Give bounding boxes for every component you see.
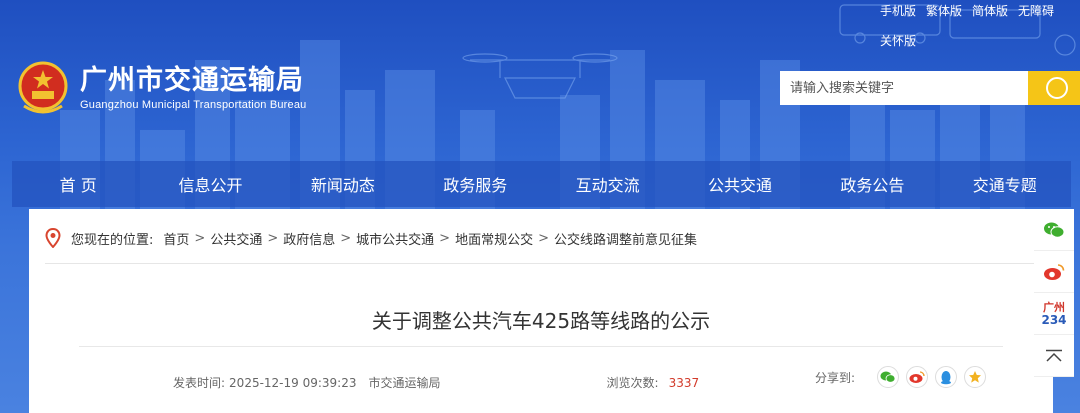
share-bar: 分享到: (815, 366, 993, 388)
breadcrumb-public-transport[interactable]: 公共交通 (210, 229, 262, 248)
location-pin-icon (45, 228, 61, 248)
article-title: 关于调整公共汽车425路等线路的公示 (371, 309, 711, 333)
share-qq-button[interactable] (935, 366, 958, 388)
title-divider (79, 346, 1003, 347)
breadcrumb-home[interactable]: 首页 (163, 229, 189, 248)
gz-app-label-top: 广州 (1043, 300, 1065, 314)
nav-special-topics[interactable]: 交通专题 (939, 172, 1071, 196)
site-logo[interactable]: 广州市交通运输局 Guangzhou Municipal Transportat… (16, 60, 307, 116)
nav-interaction[interactable]: 互动交流 (542, 172, 674, 196)
article-meta: 发表时间: 2025-12-19 09:39:23 市交通运输局 浏览次数: 3… (173, 374, 699, 391)
weibo-icon (1044, 263, 1065, 280)
top-links: 手机版 繁体版 简体版 无障碍 关怀版 (880, 2, 1054, 49)
search-bar (780, 71, 1080, 105)
main-nav: 首 页 信息公开 新闻动态 政务服务 互动交流 公共交通 政务公告 交通专题 (12, 161, 1071, 207)
breadcrumb-government-info[interactable]: 政府信息 (283, 229, 335, 248)
qq-icon (941, 370, 952, 384)
elder-care-version-link[interactable]: 关怀版 (880, 32, 916, 49)
chevron-up-icon (1046, 349, 1062, 362)
share-wechat-button[interactable] (877, 366, 900, 388)
search-input[interactable] (780, 71, 1028, 105)
sidebar-weibo-button[interactable] (1034, 251, 1074, 293)
sidebar-guangzhou-234-button[interactable]: 广州 234 (1034, 293, 1074, 335)
article-source: 市交通运输局 (368, 376, 441, 390)
site-title: 广州市交通运输局 (80, 64, 304, 96)
nav-news[interactable]: 新闻动态 (277, 172, 409, 196)
breadcrumb: 您现在的位置: 首页 > 公共交通 > 政府信息 > 城市公共交通 > 地面常规… (45, 213, 1035, 264)
mobile-version-link[interactable]: 手机版 (880, 2, 916, 19)
gz-app-label-bottom: 234 (1041, 312, 1067, 327)
breadcrumb-separator: > (267, 230, 279, 246)
nav-home[interactable]: 首 页 (12, 172, 144, 196)
share-weibo-button[interactable] (906, 366, 929, 388)
breadcrumb-ground-bus[interactable]: 地面常规公交 (455, 229, 533, 248)
views-label: 浏览次数: (606, 376, 659, 390)
publish-time-label: 发表时间: (173, 376, 226, 390)
search-icon (1045, 77, 1068, 99)
nav-public-transport[interactable]: 公共交通 (674, 172, 806, 196)
breadcrumb-route-consultation[interactable]: 公交线路调整前意见征集 (554, 229, 697, 248)
breadcrumb-separator: > (194, 230, 206, 246)
star-icon (969, 371, 982, 383)
back-to-top-button[interactable] (1034, 335, 1074, 377)
accessibility-link[interactable]: 无障碍 (1018, 2, 1054, 19)
site-title-english: Guangzhou Municipal Transportation Burea… (80, 98, 307, 111)
share-favorite-button[interactable] (964, 366, 987, 388)
breadcrumb-separator: > (538, 230, 549, 246)
publish-time: 2025-12-19 09:39:23 (229, 375, 357, 390)
weibo-icon (909, 371, 925, 383)
content-panel: 您现在的位置: 首页 > 公共交通 > 政府信息 > 城市公共交通 > 地面常规… (29, 209, 1053, 413)
breadcrumb-city-public-transport[interactable]: 城市公共交通 (356, 229, 434, 248)
floating-sidebar: 广州 234 (1034, 209, 1074, 377)
national-emblem-icon (18, 61, 68, 114)
nav-announcements[interactable]: 政务公告 (806, 172, 938, 196)
views-count: 3337 (668, 375, 700, 390)
simplified-chinese-link[interactable]: 简体版 (972, 2, 1008, 19)
search-button[interactable] (1028, 71, 1080, 105)
breadcrumb-separator: > (340, 230, 352, 246)
nav-info-disclosure[interactable]: 信息公开 (145, 172, 277, 196)
share-label: 分享到: (815, 370, 856, 385)
breadcrumb-separator: > (439, 230, 451, 246)
traditional-chinese-link[interactable]: 繁体版 (926, 2, 962, 19)
wechat-icon (880, 371, 896, 383)
sidebar-wechat-button[interactable] (1034, 209, 1074, 251)
wechat-icon (1044, 222, 1065, 238)
nav-government-services[interactable]: 政务服务 (409, 172, 541, 196)
breadcrumb-prefix: 您现在的位置: (71, 232, 154, 248)
